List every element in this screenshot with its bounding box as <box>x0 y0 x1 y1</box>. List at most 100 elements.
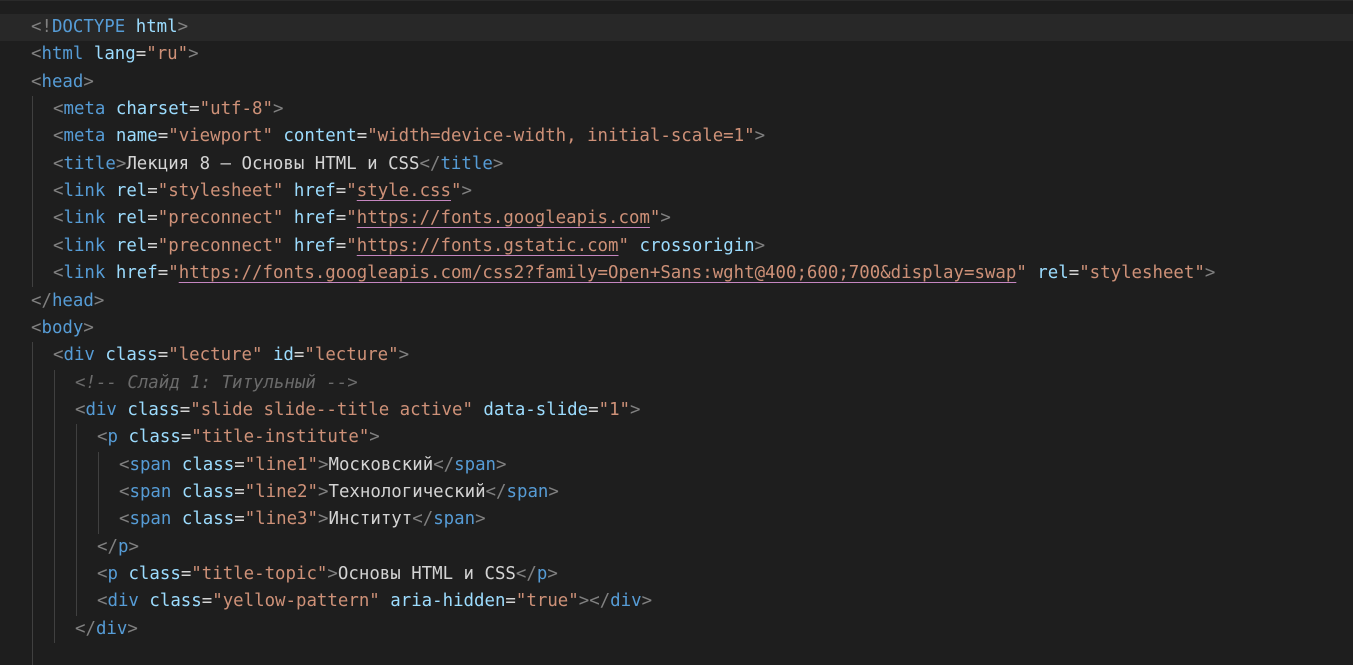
code-token: crossorigin <box>639 235 755 256</box>
code-line-content: <span class="line2">Технологический</spa… <box>119 479 559 506</box>
code-token: = <box>335 208 347 229</box>
code-line[interactable]: </head> <box>0 288 1353 315</box>
code-token: div <box>610 591 642 612</box>
code-token: > <box>475 509 486 530</box>
code-token: = <box>588 399 599 420</box>
code-line[interactable]: <p class="title-institute"> <box>0 424 1353 452</box>
code-line[interactable]: <html lang="ru"> <box>0 41 1353 68</box>
code-line[interactable]: <meta name="viewport" content="width=dev… <box>0 123 1353 151</box>
code-token: p <box>107 427 118 448</box>
code-line[interactable]: <p class="title-topic">Основы HTML и CSS… <box>0 561 1353 589</box>
code-token: div <box>107 591 139 612</box>
code-line-content: <span class="line1">Московский</span> <box>119 452 507 479</box>
code-token: = <box>234 481 245 502</box>
indent-guide <box>54 561 55 589</box>
code-token: > <box>369 427 380 448</box>
code-token: " <box>346 181 357 202</box>
code-token: body <box>41 317 84 338</box>
code-token: < <box>31 317 42 338</box>
code-line[interactable]: <link rel="stylesheet" href="style.css"> <box>0 178 1353 206</box>
code-token: https://fonts.googleapis.com <box>356 208 650 229</box>
code-line[interactable]: <div class="lecture" id="lecture"> <box>0 342 1353 370</box>
code-token: > <box>548 481 559 502</box>
code-token: > <box>660 208 671 229</box>
code-line[interactable]: <span class="line3">Институт</span> <box>0 506 1353 534</box>
code-token: = <box>135 44 147 65</box>
code-token: = <box>356 126 368 147</box>
code-token: class <box>181 509 235 530</box>
code-token: > <box>641 591 653 612</box>
code-token: = <box>293 345 305 366</box>
code-token: = <box>147 235 158 256</box>
code-token: </ <box>31 290 52 311</box>
code-line[interactable]: <div class="yellow-pattern" aria-hidden=… <box>0 588 1353 616</box>
code-token: p <box>117 536 129 557</box>
code-token: = <box>179 399 191 420</box>
code-line-content: <div class="yellow-pattern" aria-hidden=… <box>97 588 652 615</box>
indent-guide <box>32 150 33 179</box>
indent-guide <box>54 396 55 425</box>
code-token: Институт <box>328 509 413 530</box>
code-line[interactable]: <title>Лекция 8 — Основы HTML и CSS</tit… <box>0 150 1353 179</box>
indent-guide <box>54 533 55 561</box>
code-token: class <box>181 454 235 475</box>
code-token: < <box>119 454 130 475</box>
indent-guide <box>32 451 33 479</box>
code-token: < <box>53 181 64 202</box>
code-token: = <box>234 454 245 475</box>
code-line[interactable]: <span class="line1">Московский</span> <box>0 451 1353 479</box>
code-line[interactable]: </p> <box>0 533 1353 561</box>
code-line[interactable]: <link href="https://fonts.googleapis.com… <box>0 260 1353 288</box>
code-line[interactable]: <!DOCTYPE html> <box>0 14 1353 42</box>
code-line[interactable]: <span class="line2">Технологический</spa… <box>0 478 1353 507</box>
code-token: > <box>327 564 338 584</box>
code-token: "line3" <box>244 509 318 530</box>
code-token: span <box>433 509 476 530</box>
indent-guide <box>76 533 77 561</box>
code-token: > <box>754 126 766 147</box>
code-token: <!-- Слайд 1: Титульный --> <box>75 372 358 393</box>
code-line[interactable]: <div class="slide slide--title active" d… <box>0 396 1353 425</box>
code-line[interactable]: </div> <box>0 615 1353 644</box>
code-editor[interactable]: <!DOCTYPE html> <html lang="ru"> <head> <me… <box>0 0 1353 665</box>
code-token: name <box>115 126 158 147</box>
code-line-content: <div class="slide slide--title active" d… <box>75 397 641 424</box>
code-line-content: <span class="line3">Институт</span> <box>119 506 486 533</box>
code-token: link <box>63 235 106 256</box>
code-token: Технологический <box>328 481 486 502</box>
code-token: " <box>450 181 462 202</box>
code-token: > <box>492 153 504 174</box>
code-line-content: <body> <box>31 315 94 342</box>
code-token: </ <box>97 536 118 557</box>
code-line-empty[interactable] <box>0 643 1353 665</box>
code-line[interactable]: <link rel="preconnect" href="https://fon… <box>0 232 1353 261</box>
indent-guide <box>32 123 33 151</box>
code-token: title <box>63 153 116 174</box>
code-line[interactable]: <link rel="preconnect" href="https://fon… <box>0 205 1353 233</box>
code-token: "utf-8" <box>199 99 273 120</box>
code-line[interactable]: <body> <box>0 315 1353 342</box>
indent-guide <box>98 451 99 479</box>
code-token: "true" <box>515 591 579 612</box>
indent-guide <box>76 561 77 589</box>
code-token: div <box>95 618 128 639</box>
code-token: > <box>318 481 329 502</box>
code-line[interactable]: <!-- Слайд 1: Титульный --> <box>0 369 1353 397</box>
code-line[interactable]: <meta charset="utf-8"> <box>0 96 1353 124</box>
indent-guide <box>32 232 33 261</box>
code-line[interactable]: <head> <box>0 69 1353 96</box>
code-token: link <box>63 208 106 229</box>
code-token: "width=device-width, initial-scale=1" <box>367 126 755 147</box>
code-token: "ru" <box>146 44 189 65</box>
code-line-content: <!-- Слайд 1: Титульный --> <box>75 370 358 397</box>
code-token: html <box>135 17 178 37</box>
